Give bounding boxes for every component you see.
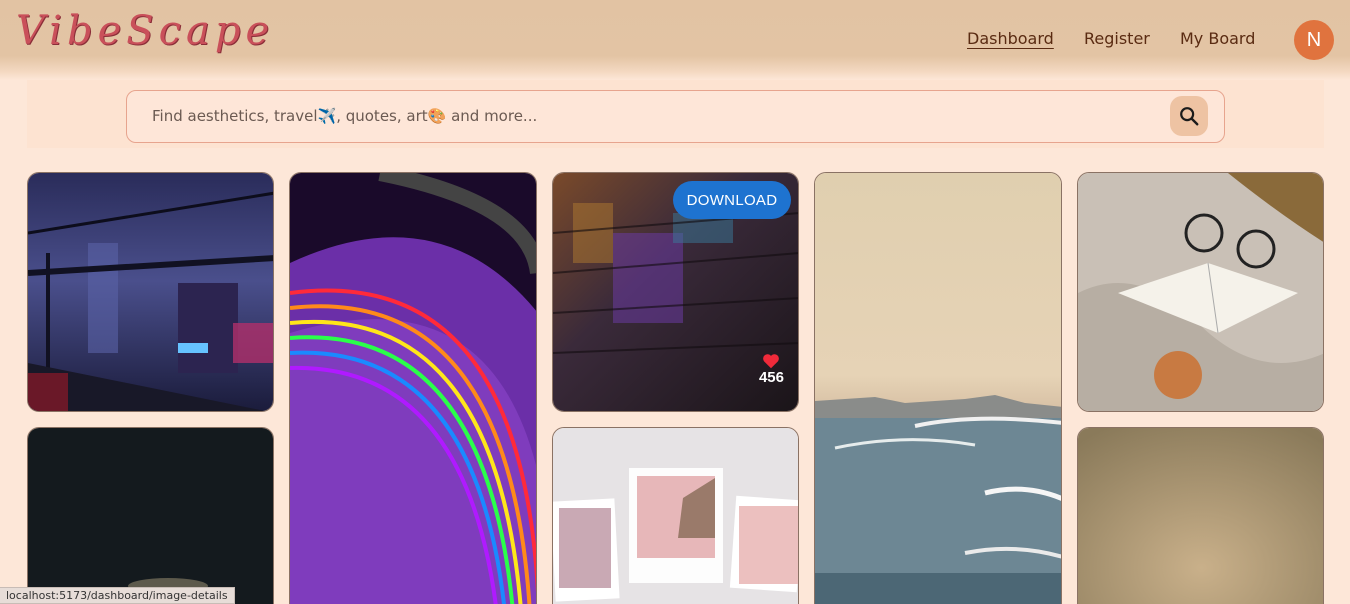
- book-glasses-image: [1078, 173, 1323, 411]
- polaroids-image: [553, 428, 798, 604]
- heart-icon: [763, 354, 780, 369]
- image-card[interactable]: [814, 172, 1062, 604]
- sepia-texture-image: [1078, 428, 1323, 604]
- sea-waves-image: [815, 173, 1061, 604]
- image-card-hovered[interactable]: DOWNLOAD 456: [552, 172, 799, 412]
- like-count: 456: [758, 369, 784, 386]
- nav-my-board[interactable]: My Board: [1180, 29, 1255, 48]
- image-card[interactable]: [27, 172, 274, 412]
- image-card[interactable]: [1077, 427, 1324, 604]
- search-box: [126, 90, 1225, 143]
- search-input[interactable]: [152, 91, 1162, 141]
- like-counter[interactable]: 456: [759, 353, 784, 386]
- app-logo[interactable]: VibeScape: [16, 8, 274, 54]
- dark-image: [28, 428, 273, 604]
- user-avatar[interactable]: N: [1294, 20, 1334, 60]
- image-card[interactable]: [27, 427, 274, 604]
- search-button[interactable]: [1170, 96, 1208, 136]
- image-card[interactable]: [552, 427, 799, 604]
- nav-register[interactable]: Register: [1084, 29, 1150, 48]
- download-button[interactable]: DOWNLOAD: [673, 181, 791, 219]
- city-night-image: [28, 173, 273, 411]
- search-icon: [1180, 107, 1199, 126]
- nav-dashboard[interactable]: Dashboard: [967, 29, 1054, 48]
- image-card[interactable]: [289, 172, 537, 604]
- status-bar-url: localhost:5173/dashboard/image-details: [0, 587, 235, 604]
- neon-rainbow-image: [290, 173, 536, 604]
- image-card[interactable]: [1077, 172, 1324, 412]
